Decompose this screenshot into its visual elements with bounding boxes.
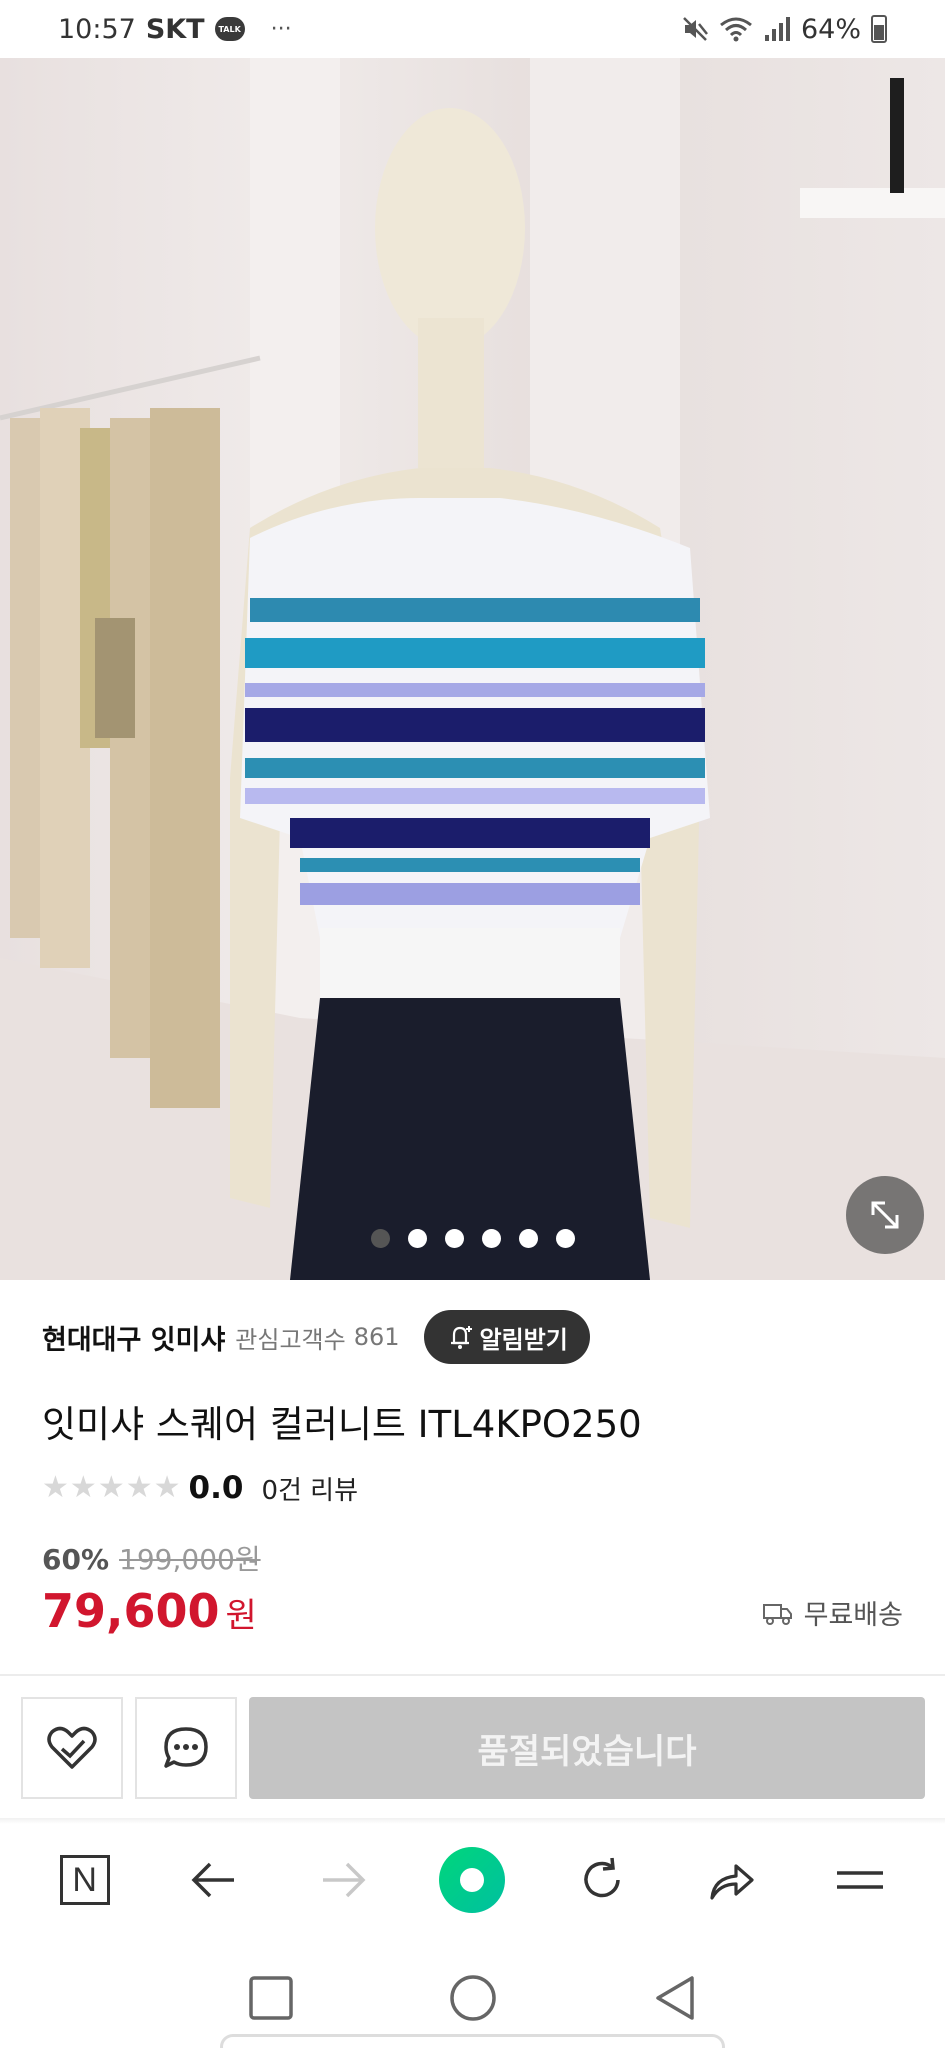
system-navigation-bar: [0, 1948, 945, 2048]
rating-row[interactable]: ★ ★ ★ ★ ★ 0.0 0건 리뷰: [42, 1468, 903, 1508]
menu-button[interactable]: [810, 1830, 910, 1930]
follower-label: 관심고객수: [235, 1325, 346, 1354]
recents-icon[interactable]: [248, 1975, 294, 2021]
menu-icon: [837, 1871, 884, 1889]
store-row: 현대대구 잇미샤 관심고객수 861 알림받기: [42, 1310, 903, 1364]
pager-dot[interactable]: [555, 1229, 575, 1248]
naver-home-button[interactable]: N: [35, 1830, 135, 1930]
naver-n-icon: N: [59, 1855, 110, 1905]
star-icon: ★: [97, 1470, 125, 1505]
battery-icon: [871, 15, 887, 43]
status-bar: 10:57 SKT TALK ··· 64%: [0, 0, 945, 58]
back-icon[interactable]: [652, 1975, 698, 2021]
bell-plus-icon: [450, 1326, 472, 1349]
back-button[interactable]: [164, 1830, 264, 1930]
soldout-button[interactable]: 품절되었습니다: [249, 1697, 925, 1799]
price-row: 79,600 원 무료배송: [42, 1584, 903, 1640]
discount-rate: 60%: [42, 1543, 110, 1576]
mute-icon: [683, 17, 708, 41]
pager-dot[interactable]: [481, 1229, 501, 1248]
star-icon: ★: [125, 1470, 153, 1505]
battery-percent: 64%: [800, 13, 861, 45]
review-count[interactable]: 0건 리뷰: [261, 1470, 358, 1507]
product-title: 잇미샤 스퀘어 컬러니트 ITL4KPO250: [42, 1403, 642, 1446]
image-pager: [0, 1229, 945, 1248]
more-notifications-icon: ···: [270, 16, 292, 42]
forward-arrow-icon: [323, 1862, 366, 1898]
green-dot-button[interactable]: [422, 1830, 522, 1930]
sale-price: 79,600: [42, 1584, 220, 1638]
status-carrier: SKT: [145, 13, 205, 45]
toolbar-separator: [0, 1818, 945, 1824]
chat-bubble-icon: [164, 1727, 208, 1768]
home-icon[interactable]: [449, 1974, 497, 2022]
back-arrow-icon: [191, 1862, 234, 1898]
product-photo: [0, 58, 945, 1280]
wishlist-button[interactable]: [21, 1697, 123, 1799]
heart-check-icon: [47, 1726, 97, 1769]
star-icon: ★: [42, 1470, 69, 1505]
share-button[interactable]: [681, 1830, 781, 1930]
store-name[interactable]: 현대대구 잇미샤: [42, 1318, 225, 1357]
free-delivery: 무료배송: [762, 1593, 903, 1632]
product-info: 현대대구 잇미샤 관심고객수 861 알림받기 잇미샤 스퀘어 컬러니트 ITL…: [0, 1280, 945, 1640]
subscribe-alarm-button[interactable]: 알림받기: [423, 1310, 590, 1364]
home-indicator: [220, 2034, 725, 2048]
wifi-icon: [720, 17, 752, 42]
pager-dot[interactable]: [407, 1229, 427, 1248]
star-icon: ★: [69, 1470, 97, 1505]
status-time: 10:57: [58, 13, 136, 45]
product-image-gallery[interactable]: [0, 58, 945, 1280]
follower-count: 861: [353, 1323, 400, 1351]
expand-image-button[interactable]: [846, 1176, 924, 1254]
pager-dot[interactable]: [518, 1229, 538, 1248]
section-divider: [0, 1674, 945, 1676]
discount-row: 60% 199,000원: [42, 1538, 903, 1578]
pager-dot[interactable]: [370, 1229, 390, 1248]
browser-toolbar: N: [0, 1828, 945, 1932]
purchase-action-bar: 품절되었습니다: [21, 1697, 925, 1799]
signal-icon: [764, 17, 790, 41]
original-price: 199,000원: [119, 1543, 261, 1576]
star-icon: ★: [153, 1470, 181, 1505]
delivery-label: 무료배송: [803, 1600, 903, 1631]
green-dot-icon: [439, 1847, 506, 1913]
alarm-button-label: 알림받기: [479, 1325, 568, 1354]
talk-chat-button[interactable]: [135, 1697, 237, 1799]
share-icon: [710, 1864, 754, 1900]
expand-icon: [871, 1201, 899, 1229]
truck-icon: [762, 1603, 792, 1625]
kakaotalk-icon: TALK: [214, 17, 245, 41]
pager-dot[interactable]: [444, 1229, 464, 1248]
rating-score: 0.0: [188, 1470, 244, 1506]
refresh-button[interactable]: [552, 1830, 652, 1930]
currency-unit: 원: [225, 1596, 257, 1636]
refresh-icon: [584, 1857, 620, 1898]
forward-button[interactable]: [293, 1830, 393, 1930]
rating-stars: ★ ★ ★ ★ ★: [42, 1473, 181, 1503]
